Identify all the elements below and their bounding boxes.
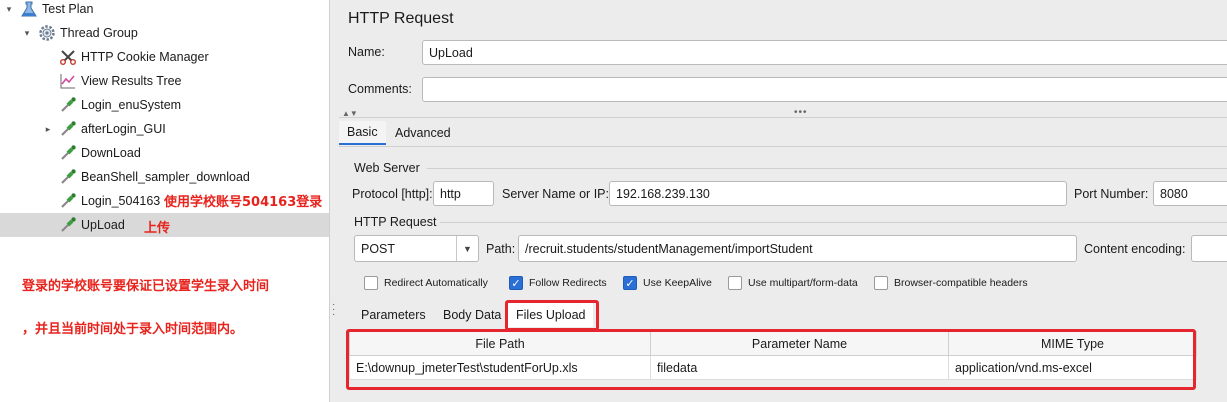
- checkbox-box: [728, 276, 742, 290]
- files-table-highlight: [346, 329, 1196, 390]
- browser-compatible-headers-checkbox[interactable]: Browser-compatible headers: [874, 276, 1028, 290]
- gear-icon: [38, 24, 56, 42]
- checkbox-label: Redirect Automatically: [384, 277, 488, 289]
- comments-field[interactable]: [422, 77, 1227, 102]
- collapse-toggle[interactable]: ▾: [22, 28, 32, 38]
- collapse-toggle[interactable]: ▾: [4, 4, 14, 14]
- tree-item-label: Test Plan: [42, 2, 94, 16]
- splitter-grip-icon: · · ·: [332, 299, 336, 320]
- tree-item-label: Thread Group: [60, 26, 138, 40]
- tree-item-cookie-manager[interactable]: HTTP Cookie Manager: [59, 45, 209, 69]
- redirect-automatically-checkbox[interactable]: Redirect Automatically: [364, 276, 488, 290]
- server-label: Server Name or IP:: [502, 187, 609, 201]
- tree-item-beanshell-sampler[interactable]: BeanShell_sampler_download: [59, 165, 250, 189]
- pipette-icon: [59, 192, 77, 210]
- tree-item-label: afterLogin_GUI: [81, 122, 166, 136]
- use-multipart-checkbox[interactable]: Use multipart/form-data: [728, 276, 858, 290]
- path-label: Path:: [486, 242, 516, 256]
- encoding-label: Content encoding:: [1084, 242, 1186, 256]
- port-label: Port Number:: [1074, 187, 1149, 201]
- pipette-icon: [59, 120, 77, 138]
- method-value: POST: [361, 241, 396, 256]
- follow-redirects-checkbox[interactable]: ✓ Follow Redirects: [509, 276, 607, 290]
- note-line-1: 登录的学校账号要保证已设置学生录入时间: [22, 279, 270, 294]
- chevron-down-icon[interactable]: ▼: [456, 236, 478, 261]
- tab-body-data[interactable]: Body Data: [435, 303, 509, 327]
- name-field[interactable]: UpLoad: [422, 40, 1227, 65]
- protocol-label: Protocol [http]:: [352, 187, 433, 201]
- port-field[interactable]: 8080: [1153, 181, 1227, 206]
- use-keepalive-checkbox[interactable]: ✓ Use KeepAlive: [623, 276, 712, 290]
- note-line-2: ，并且当前时间处于录入时间范围内。: [22, 322, 244, 337]
- pipette-icon: [59, 96, 77, 114]
- files-upload-highlight: [505, 300, 599, 331]
- panel-splitter[interactable]: · · ·: [329, 0, 339, 402]
- method-select[interactable]: POST ▼: [354, 235, 479, 262]
- tree-item-thread-group[interactable]: ▾ Thread Group: [25, 21, 138, 45]
- tree-item-afterlogin-gui[interactable]: ▸ afterLogin_GUI: [46, 117, 166, 141]
- test-plan-tree: ▾ Test Plan ▾ Thread Group HTTP Cookie M…: [0, 0, 329, 402]
- tab-parameters[interactable]: Parameters: [353, 303, 434, 327]
- graph-icon: [59, 72, 77, 90]
- checkbox-box: [874, 276, 888, 290]
- web-server-section-title: Web Server: [354, 161, 420, 175]
- tree-item-login-enusystem[interactable]: Login_enuSystem: [59, 93, 181, 117]
- tree-item-view-results-tree[interactable]: View Results Tree: [59, 69, 182, 93]
- panel-title: HTTP Request: [348, 10, 454, 27]
- path-field[interactable]: /recruit.students/studentManagement/impo…: [518, 235, 1077, 262]
- http-request-panel: HTTP Request Name: UpLoad Comments: ▲▼ •…: [339, 0, 1227, 402]
- scissors-icon: [59, 48, 77, 66]
- pipette-icon: [59, 168, 77, 186]
- tab-basic[interactable]: Basic: [339, 121, 386, 145]
- pipette-icon: [59, 216, 77, 234]
- checkbox-label: Use KeepAlive: [643, 277, 712, 289]
- tree-item-label: View Results Tree: [81, 74, 182, 88]
- flask-icon: [20, 0, 38, 18]
- tree-item-label: Login_enuSystem: [81, 98, 182, 112]
- protocol-field[interactable]: http: [433, 181, 494, 206]
- tree-item-download[interactable]: DownLoad: [59, 141, 141, 165]
- http-request-section-title: HTTP Request: [354, 215, 437, 229]
- tree-item-test-plan[interactable]: ▾ Test Plan: [7, 0, 94, 21]
- tree-item-label: Login_504163: [81, 194, 161, 208]
- tree-item-label: HTTP Cookie Manager: [81, 50, 209, 64]
- expand-toggle[interactable]: ▸: [43, 124, 53, 134]
- tree-item-login-504163[interactable]: Login_504163: [59, 189, 160, 213]
- encoding-field[interactable]: [1191, 235, 1227, 262]
- checkbox-box: [364, 276, 378, 290]
- tab-advanced[interactable]: Advanced: [387, 121, 459, 145]
- tree-item-label: UpLoad: [81, 218, 125, 232]
- server-field[interactable]: 192.168.239.130: [609, 181, 1067, 206]
- comments-label: Comments:: [348, 82, 412, 96]
- check-icon: ✓: [623, 276, 637, 290]
- check-icon: ✓: [509, 276, 523, 290]
- tree-item-label: BeanShell_sampler_download: [81, 170, 250, 184]
- checkbox-label: Use multipart/form-data: [748, 277, 858, 289]
- pipette-icon: [59, 144, 77, 162]
- tree-item-label: DownLoad: [81, 146, 141, 160]
- upload-annotation: 上传: [144, 221, 171, 236]
- login-annotation: 使用学校账号504163登录: [164, 195, 323, 210]
- name-label: Name:: [348, 45, 385, 59]
- checkbox-label: Follow Redirects: [529, 277, 607, 289]
- checkbox-label: Browser-compatible headers: [894, 277, 1028, 289]
